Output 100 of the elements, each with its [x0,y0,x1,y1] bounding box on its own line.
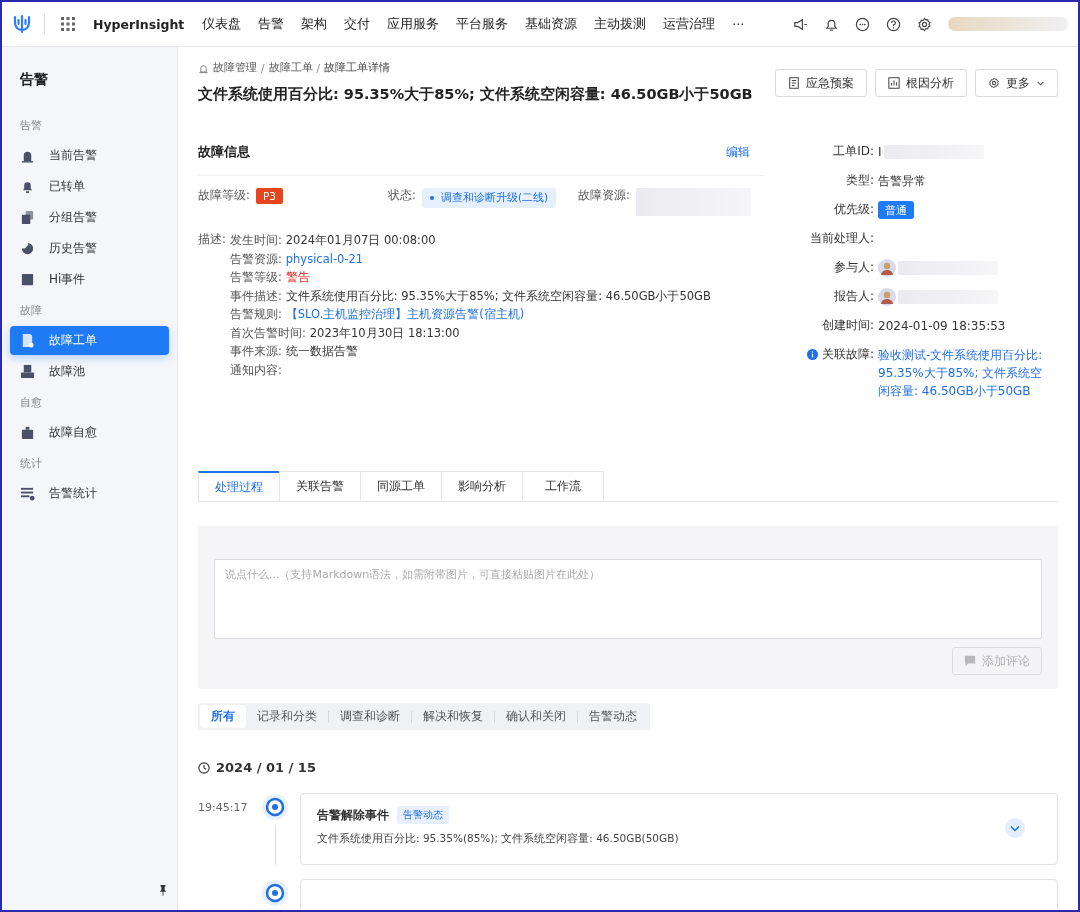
speaker-icon[interactable] [793,16,808,32]
priority-tag: 普通 [878,201,914,219]
field-value: 2024年01月07日 00:08:00 [285,232,436,249]
field-label: 故障等级: [198,188,250,203]
field-label: 当前处理人: [809,230,874,247]
tab[interactable]: 工作流 [522,471,604,500]
field-label: 状态: [388,188,416,203]
nav-item[interactable]: 交付 [344,15,371,33]
sidebar-item[interactable]: Hi事件 [10,265,169,294]
field-value: 统一数据告警 [285,343,358,360]
field-label: 创建时间: [821,317,874,334]
field-label: 类型: [845,172,874,189]
field-label: 事件描述: [229,287,282,305]
related-fault-link[interactable]: 验收测试-文件系统使用百分比: 95.35%大于85%; 文件系统空闲容量: 46.50GB小于50GB [878,346,1044,400]
menu-icon [20,272,35,287]
logo-icon[interactable] [12,14,32,34]
breadcrumb-separator: / [316,62,321,74]
page-title: 文件系统使用百分比: 95.35%大于85%; 文件系统空闲容量: 46.50GB小于50GB [198,85,753,104]
filter-tab[interactable]: 记录和分类 [246,705,328,728]
filter-tab[interactable]: 调查和诊断 [329,705,411,728]
field-label: 参与人: [833,259,874,276]
menu-icon [20,425,35,440]
field-label: 工单ID: [833,143,874,160]
filter-tab[interactable]: 告警动态 [578,705,648,728]
sidebar-item[interactable]: 分组告警 [10,203,169,232]
filter-tab[interactable]: 确认和关闭 [495,705,577,728]
date-heading: 2024 / 01 / 15 [216,760,316,775]
breadcrumb-item[interactable]: 故障工单详情 [324,61,391,75]
event-tag: 告警动态 [397,806,449,824]
breadcrumb-separator: / [261,62,265,74]
field-value: 警告 [285,269,310,286]
group-label: 统计 [19,457,43,471]
status-tag: 调查和诊断升级(二线) [421,188,557,208]
field-value: 文件系统使用百分比: 95.35%大于85%; 文件系统空闲容量: 46.50GB小于50GB [285,287,711,305]
menu-icon [20,364,35,379]
comment-icon [964,655,976,667]
nav-item[interactable]: 仪表盘 [202,15,242,33]
filter-tab[interactable]: 所有 [200,705,246,728]
detail-link[interactable]: physical-0-21 [285,250,364,268]
siren-icon [198,62,209,74]
nav-item[interactable]: 运营治理 [663,15,716,33]
sidebar-item[interactable]: 已转单 [10,172,169,201]
action-button[interactable]: 应急预案 [775,69,867,97]
field-value: 2023年10月30日 18:13:00 [309,324,460,342]
event-time: 19:45:17 [198,800,249,816]
avatar-icon [878,259,896,277]
field-label: 告警规则: [229,306,282,323]
event-title: 告警解除事件 [317,806,389,824]
edit-link[interactable]: 编辑 [726,143,750,161]
field-label: 报告人: [833,288,874,305]
nav-item[interactable]: 主动拨测 [594,15,647,33]
help-icon[interactable] [886,16,901,32]
event-node-icon [261,879,289,907]
filter-tab[interactable]: 解决和恢复 [412,705,494,728]
settings-icon[interactable] [917,16,932,32]
sidebar-item[interactable]: 故障自愈 [10,418,169,447]
section-heading: 故障信息 [198,143,250,161]
sidebar-item[interactable]: 告警统计 [10,479,169,508]
menu-icon [20,486,35,501]
detail-link[interactable]: 【SLO.主机监控治理】主机资源告警(宿主机) [285,306,525,324]
breadcrumb-item[interactable]: 故障工单 [268,61,313,75]
expand-icon[interactable] [1005,818,1025,838]
event-text: 文件系统使用百分比: 95.35%(85%); 文件系统空闲容量: 46.50GB(50GB) [317,832,680,846]
group-label: 自愈 [19,396,43,410]
menu-icon [20,241,35,256]
avatar-icon [878,288,896,306]
nav-item[interactable]: ··· [732,16,745,32]
field-value: 告警异常 [878,173,926,190]
field-label: 通知内容: [229,361,282,379]
nav-item[interactable]: 告警 [258,15,285,33]
group-label: 告警 [19,119,43,133]
sidebar-item[interactable]: 故障工单 [10,326,169,355]
action-button[interactable]: 根因分析 [875,69,967,97]
nav-item[interactable]: 基础资源 [525,15,578,33]
field-label: 优先级: [833,201,874,218]
menu-icon [20,179,35,194]
field-label: 发生时间: [229,232,282,249]
settings-icon [988,77,1000,89]
field-label: 事件来源: [229,343,282,360]
chat-icon[interactable] [855,16,870,32]
nav-item[interactable]: 应用服务 [387,15,440,33]
chart-icon [888,77,900,89]
field-label: 描述: [198,232,226,248]
sidebar-item[interactable]: 历史告警 [10,234,169,263]
sidebar-item[interactable]: 当前告警 [10,141,169,170]
field-label: 首次告警时间: [229,324,306,342]
menu-icon [20,333,35,348]
action-button[interactable]: 更多 [975,69,1058,97]
info-icon [806,349,818,360]
brand-name[interactable]: HyperInsight [93,16,185,32]
event-node-icon [261,793,289,821]
app-grid-icon[interactable] [61,17,75,31]
nav-item[interactable]: 架构 [301,15,328,33]
breadcrumb-item[interactable]: 故障管理 [213,61,257,75]
menu-icon [20,210,35,225]
sidebar-item[interactable]: 故障池 [10,357,169,386]
document-icon [788,77,800,89]
tab[interactable]: 处理过程 [198,471,280,501]
group-label: 故障 [19,304,43,318]
nav-item[interactable]: 平台服务 [456,15,509,33]
